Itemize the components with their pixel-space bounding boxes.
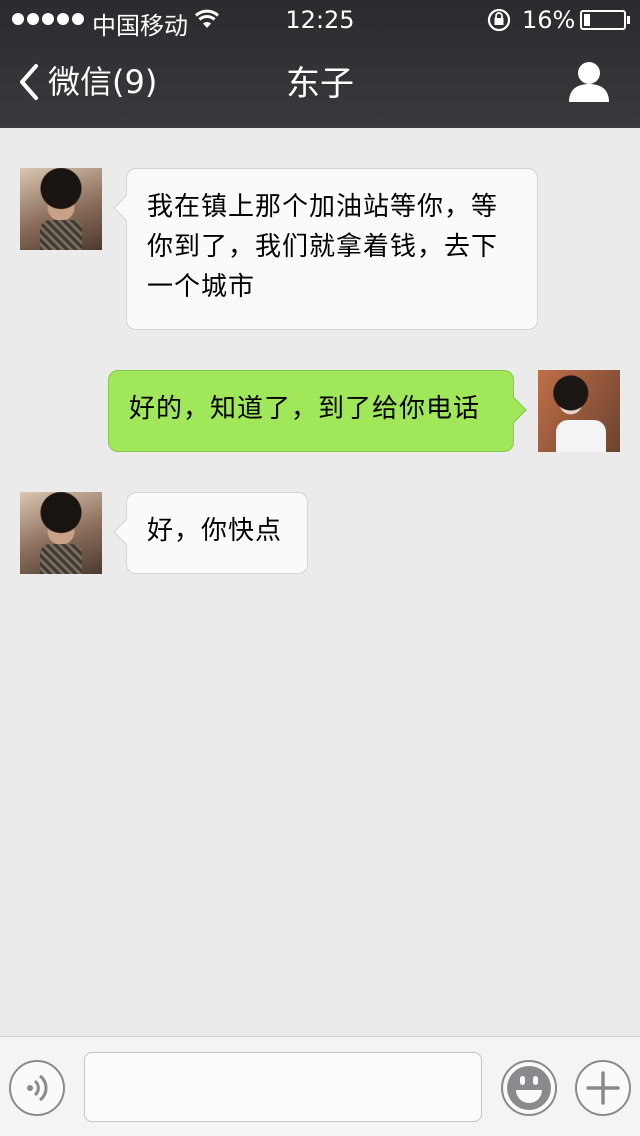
person-icon (569, 62, 609, 102)
contact-avatar[interactable] (20, 492, 102, 574)
bubble-tail (113, 195, 139, 221)
voice-icon (27, 1074, 48, 1102)
message-bubble-incoming[interactable]: 我在镇上那个加油站等你，等你到了，我们就拿着钱，去下一个城市 (113, 168, 538, 330)
message-bubble-incoming[interactable]: 好，你快点 (113, 492, 308, 574)
nav-bar: 微信(9) 东子 (0, 40, 640, 128)
more-button[interactable] (575, 1060, 631, 1116)
battery-percent: 16% (522, 6, 576, 34)
message-text: 好的，知道了，到了给你电话 (129, 394, 481, 424)
contact-info-button[interactable] (566, 60, 612, 108)
status-bar: 中国移动 12:25 16% (0, 0, 640, 40)
plus-icon (586, 1071, 620, 1105)
rotation-lock-icon (487, 8, 511, 32)
bubble-tail (113, 519, 139, 545)
contact-avatar[interactable] (20, 168, 102, 250)
header: 中国移动 12:25 16% 微信(9) 东子 (0, 0, 640, 128)
voice-button[interactable] (9, 1060, 65, 1116)
message-bubble-outgoing[interactable]: 好的，知道了，到了给你电话 (108, 370, 527, 452)
message-text: 我在镇上那个加油站等你，等你到了，我们就拿着钱，去下一个城市 (147, 192, 499, 302)
battery-icon (580, 10, 630, 30)
message-text: 好，你快点 (147, 516, 283, 546)
message-input[interactable] (84, 1052, 482, 1122)
emoji-icon (507, 1066, 551, 1110)
my-avatar[interactable] (538, 370, 620, 452)
chat-title: 东子 (286, 64, 354, 104)
input-bar (0, 1036, 640, 1136)
bubble-tail (501, 397, 527, 423)
battery-level (584, 14, 590, 26)
emoji-button[interactable] (501, 1060, 557, 1116)
